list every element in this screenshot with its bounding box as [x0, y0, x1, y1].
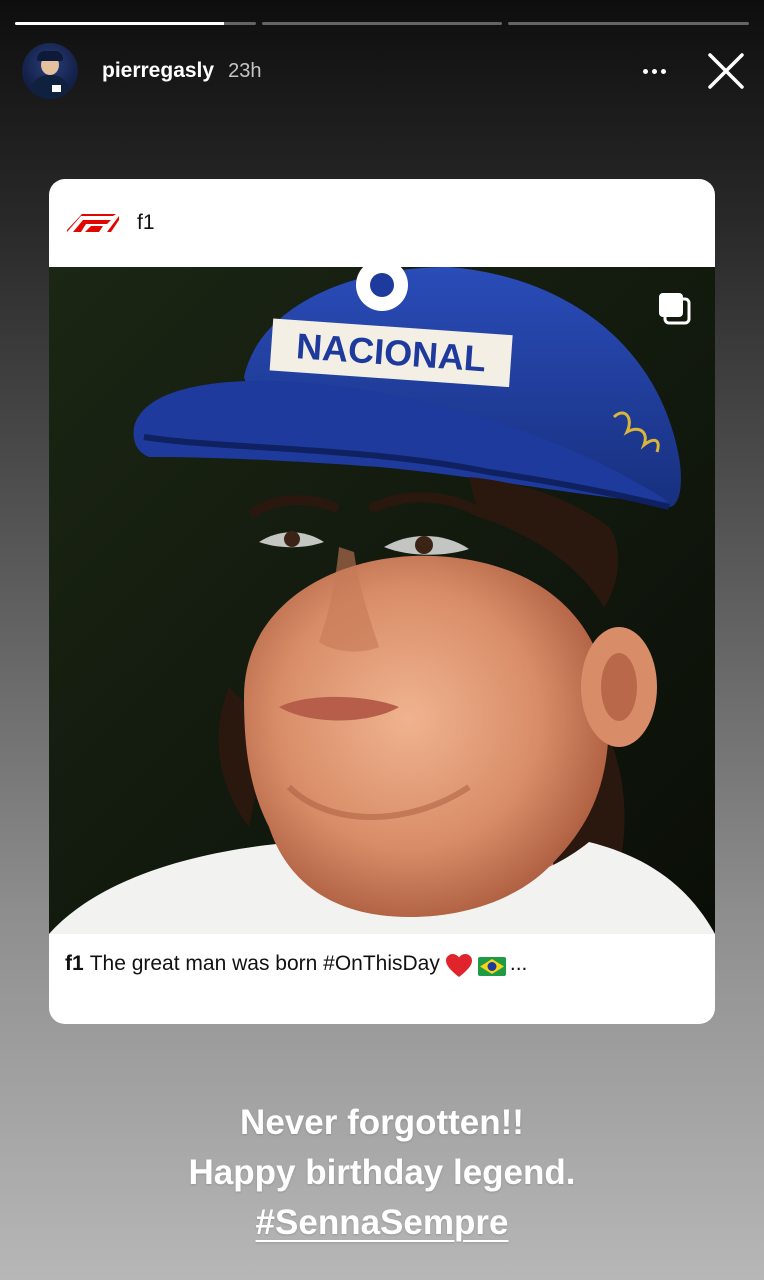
- caption-ellipsis: ...: [509, 952, 528, 975]
- post-photo: NACIONAL: [49, 267, 715, 934]
- post-author[interactable]: f1: [137, 211, 155, 235]
- shared-post-card[interactable]: f1 NACIONAL f1 The great man was born #O…: [49, 179, 715, 1024]
- story-progress-bar: [15, 22, 750, 26]
- more-horizontal-icon[interactable]: [634, 51, 674, 91]
- story-text-overlay: Never forgotten!! Happy birthday legend.…: [0, 1098, 764, 1248]
- story-header: pierregasly 23h: [22, 42, 746, 100]
- f1-logo: [67, 214, 119, 232]
- avatar[interactable]: [22, 43, 78, 99]
- progress-fill-1: [15, 22, 225, 25]
- username[interactable]: pierregasly: [102, 59, 214, 83]
- progress-segment-1: [15, 22, 256, 25]
- timestamp: 23h: [228, 59, 262, 82]
- progress-segment-3: [508, 22, 750, 25]
- post-header: f1: [49, 179, 715, 267]
- hashtag-link[interactable]: #SennaSempre: [256, 1203, 509, 1242]
- red-heart-icon: [445, 954, 472, 977]
- story-text-line-2: Happy birthday legend.: [188, 1153, 576, 1192]
- post-caption[interactable]: f1 The great man was born #OnThisDay ...: [49, 934, 715, 1024]
- caption-username[interactable]: f1: [65, 952, 84, 976]
- caption-text: The great man was born #OnThisDay: [89, 952, 440, 975]
- brazil-flag-icon: [477, 957, 506, 976]
- story-text-line-1: Never forgotten!!: [240, 1103, 524, 1142]
- portrait-image: NACIONAL: [49, 267, 715, 934]
- progress-segment-2: [261, 22, 503, 25]
- close-x-icon[interactable]: [706, 51, 746, 91]
- multiple-photos-icon: [659, 293, 691, 325]
